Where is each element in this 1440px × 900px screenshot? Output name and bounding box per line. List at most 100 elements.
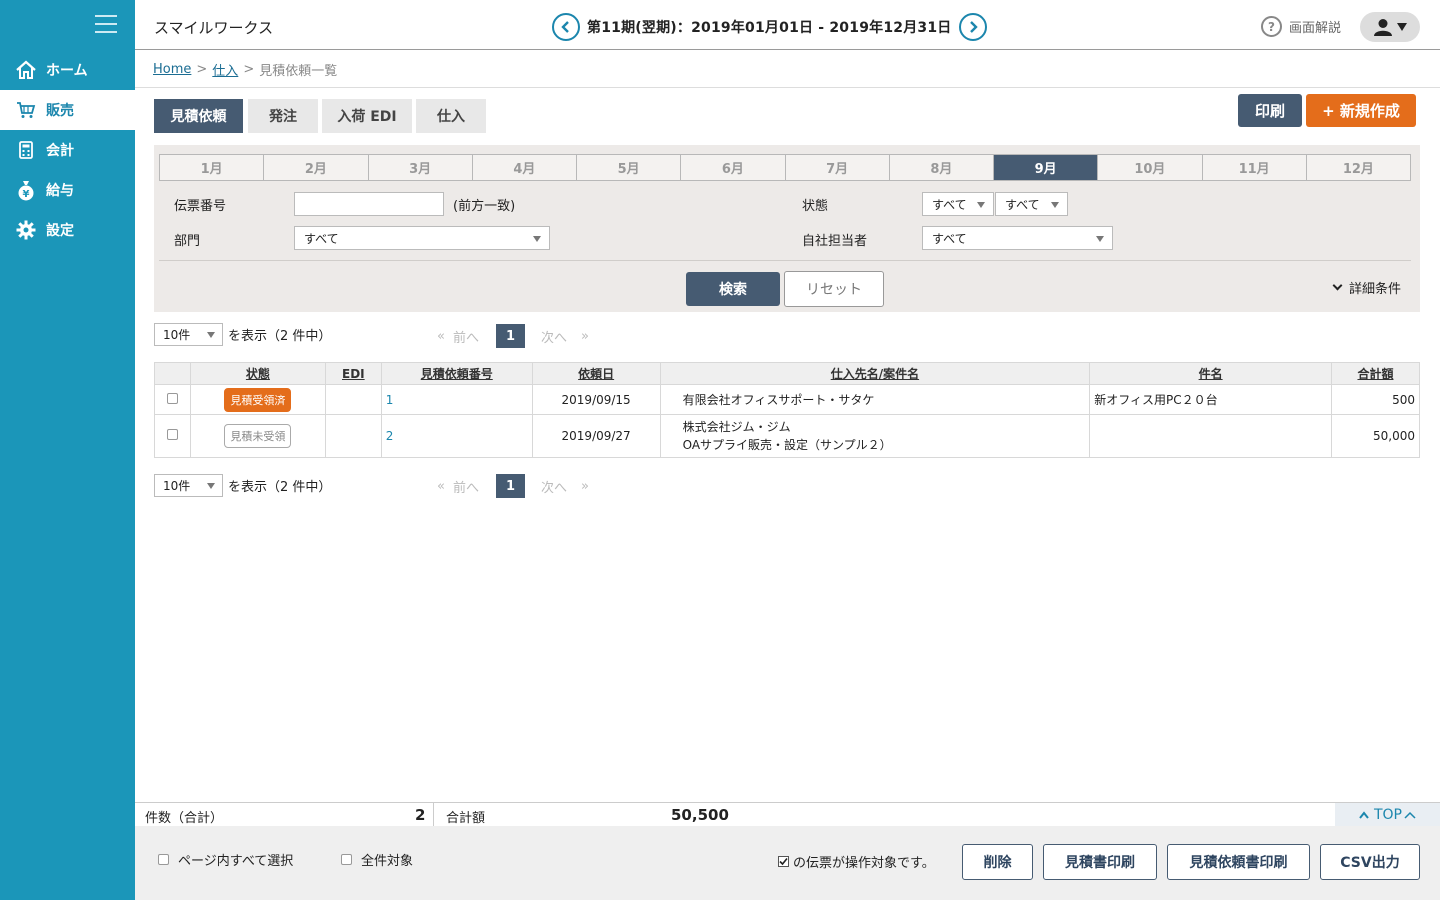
dropdown-arrow-icon: [533, 236, 541, 242]
checkbox[interactable]: [341, 854, 352, 865]
sidebar-item-home[interactable]: ホーム: [0, 50, 135, 90]
first-page-link[interactable]: «: [437, 479, 445, 494]
month-1[interactable]: 1月: [160, 155, 265, 180]
project-name: OAサプライ販売・設定（サンプル２）: [682, 438, 892, 452]
last-page-link[interactable]: »: [581, 479, 589, 494]
checkbox-checked-icon: [778, 856, 789, 867]
slip-number-input[interactable]: [294, 192, 444, 216]
request-number-cell: 1: [380, 384, 533, 415]
back-to-top-button[interactable]: TOP: [1335, 803, 1440, 827]
next-page-link[interactable]: 次へ: [541, 477, 567, 496]
user-icon: [1374, 19, 1392, 36]
new-create-button[interactable]: + 新規作成: [1306, 94, 1416, 127]
sidebar-item-sales[interactable]: 販売: [0, 90, 135, 130]
breadcrumb-home-link[interactable]: Home: [153, 62, 191, 77]
tab-purchase[interactable]: 仕入: [416, 99, 486, 133]
hamburger-menu-icon[interactable]: [95, 15, 117, 33]
sidebar-item-label: 給与: [46, 183, 74, 199]
sidebar-item-payroll[interactable]: ¥ 給与: [0, 170, 135, 210]
selection-note: の伝票が操作対象です。: [778, 852, 935, 871]
first-page-link[interactable]: «: [437, 329, 445, 344]
table-row[interactable]: 見積受領済 1 2019/09/15 有限会社オフィスサポート・サタケ 新オフィ…: [154, 384, 1421, 415]
divider: [159, 260, 1411, 261]
delete-button[interactable]: 削除: [962, 844, 1033, 880]
question-icon: ?: [1261, 16, 1282, 37]
dropdown-arrow-icon: [1051, 202, 1059, 208]
dropdown-arrow-icon: [207, 482, 215, 489]
month-9[interactable]: 9月: [994, 155, 1099, 180]
next-period-button[interactable]: [958, 13, 987, 41]
month-2[interactable]: 2月: [264, 155, 369, 180]
per-page-value: 10件: [163, 478, 191, 493]
month-5[interactable]: 5月: [577, 155, 682, 180]
status-select-2[interactable]: すべて: [995, 192, 1068, 216]
per-page-select[interactable]: 10件: [154, 473, 223, 497]
request-number-cell: 2: [380, 414, 533, 458]
home-icon: [15, 59, 37, 81]
current-page[interactable]: 1: [495, 324, 525, 348]
chevron-up-icon: [1404, 811, 1416, 819]
sidebar-item-accounting[interactable]: 会計: [0, 130, 135, 170]
checkbox[interactable]: [158, 854, 169, 865]
reset-button[interactable]: リセット: [784, 271, 884, 307]
chevron-left-icon: [561, 21, 569, 33]
prev-page-link[interactable]: 前へ: [453, 327, 479, 346]
tab-estimate-request[interactable]: 見積依頼: [154, 99, 243, 133]
month-11[interactable]: 11月: [1203, 155, 1307, 180]
column-header-request-date[interactable]: 依頼日: [531, 362, 661, 385]
help-button[interactable]: ? 画面解説: [1261, 16, 1341, 37]
sidebar-item-label: ホーム: [46, 63, 88, 79]
column-header-subject[interactable]: 件名: [1089, 362, 1332, 385]
estimate-print-button[interactable]: 見積書印刷: [1043, 844, 1157, 880]
slip-number-hint: (前方一致): [453, 199, 516, 214]
staff-select[interactable]: すべて: [922, 226, 1113, 250]
subject-cell: 新オフィス用PC２０台: [1089, 384, 1332, 415]
search-button[interactable]: 検索: [686, 272, 780, 306]
column-header-total[interactable]: 合計額: [1330, 362, 1421, 385]
status-select-1[interactable]: すべて: [922, 192, 994, 216]
last-page-link[interactable]: »: [581, 329, 589, 344]
request-number-link[interactable]: 2: [386, 429, 394, 443]
breadcrumb-purchase-link[interactable]: 仕入: [212, 60, 238, 79]
month-6[interactable]: 6月: [681, 155, 786, 180]
record-count-text: を表示（2 件中）: [228, 479, 332, 495]
tab-order[interactable]: 発注: [248, 99, 318, 133]
prev-period-button[interactable]: [552, 13, 580, 41]
detail-conditions-toggle[interactable]: 詳細条件: [1332, 278, 1401, 297]
user-menu-button[interactable]: [1360, 12, 1420, 42]
chevron-up-icon: [1359, 811, 1369, 819]
dropdown-arrow-icon: [977, 202, 985, 208]
tab-receiving-edi[interactable]: 入荷 EDI: [322, 99, 412, 133]
department-select[interactable]: すべて: [294, 226, 550, 250]
per-page-select[interactable]: 10件: [154, 322, 223, 346]
month-10[interactable]: 10月: [1098, 155, 1203, 180]
row-checkbox[interactable]: [166, 392, 178, 404]
month-3[interactable]: 3月: [369, 155, 473, 180]
divider: [135, 87, 1440, 88]
column-header-edi[interactable]: EDI: [324, 362, 382, 385]
month-12[interactable]: 12月: [1307, 155, 1410, 180]
prev-page-link[interactable]: 前へ: [453, 477, 479, 496]
print-button[interactable]: 印刷: [1238, 94, 1302, 127]
status-select-1-value: すべて: [932, 197, 967, 212]
breadcrumb-separator: >: [243, 62, 255, 77]
month-7[interactable]: 7月: [786, 155, 890, 180]
column-header-request-number[interactable]: 見積依頼番号: [380, 362, 533, 385]
column-header-supplier-project[interactable]: 仕入先名/案件名: [659, 362, 1091, 385]
table-row[interactable]: 見積未受領 2 2019/09/27 株式会社ジム・ジム OAサプライ販売・設定…: [154, 414, 1421, 458]
request-number-link[interactable]: 1: [386, 393, 394, 407]
current-page[interactable]: 1: [495, 474, 525, 498]
csv-export-button[interactable]: CSV出力: [1320, 844, 1420, 880]
sidebar-item-settings[interactable]: 設定: [0, 210, 135, 250]
column-header-status[interactable]: 状態: [189, 362, 326, 385]
select-page-all-checkbox[interactable]: ページ内すべて選択: [158, 850, 293, 869]
next-page-link[interactable]: 次へ: [541, 327, 567, 346]
row-checkbox[interactable]: [166, 429, 178, 440]
month-8[interactable]: 8月: [890, 155, 994, 180]
month-4[interactable]: 4月: [473, 155, 577, 180]
chevron-right-icon: [969, 21, 978, 33]
select-all-records-checkbox[interactable]: 全件対象: [341, 850, 413, 869]
help-label: 画面解説: [1289, 21, 1342, 36]
request-print-button[interactable]: 見積依頼書印刷: [1167, 844, 1310, 880]
supplier-name: 株式会社ジム・ジム: [682, 420, 791, 434]
